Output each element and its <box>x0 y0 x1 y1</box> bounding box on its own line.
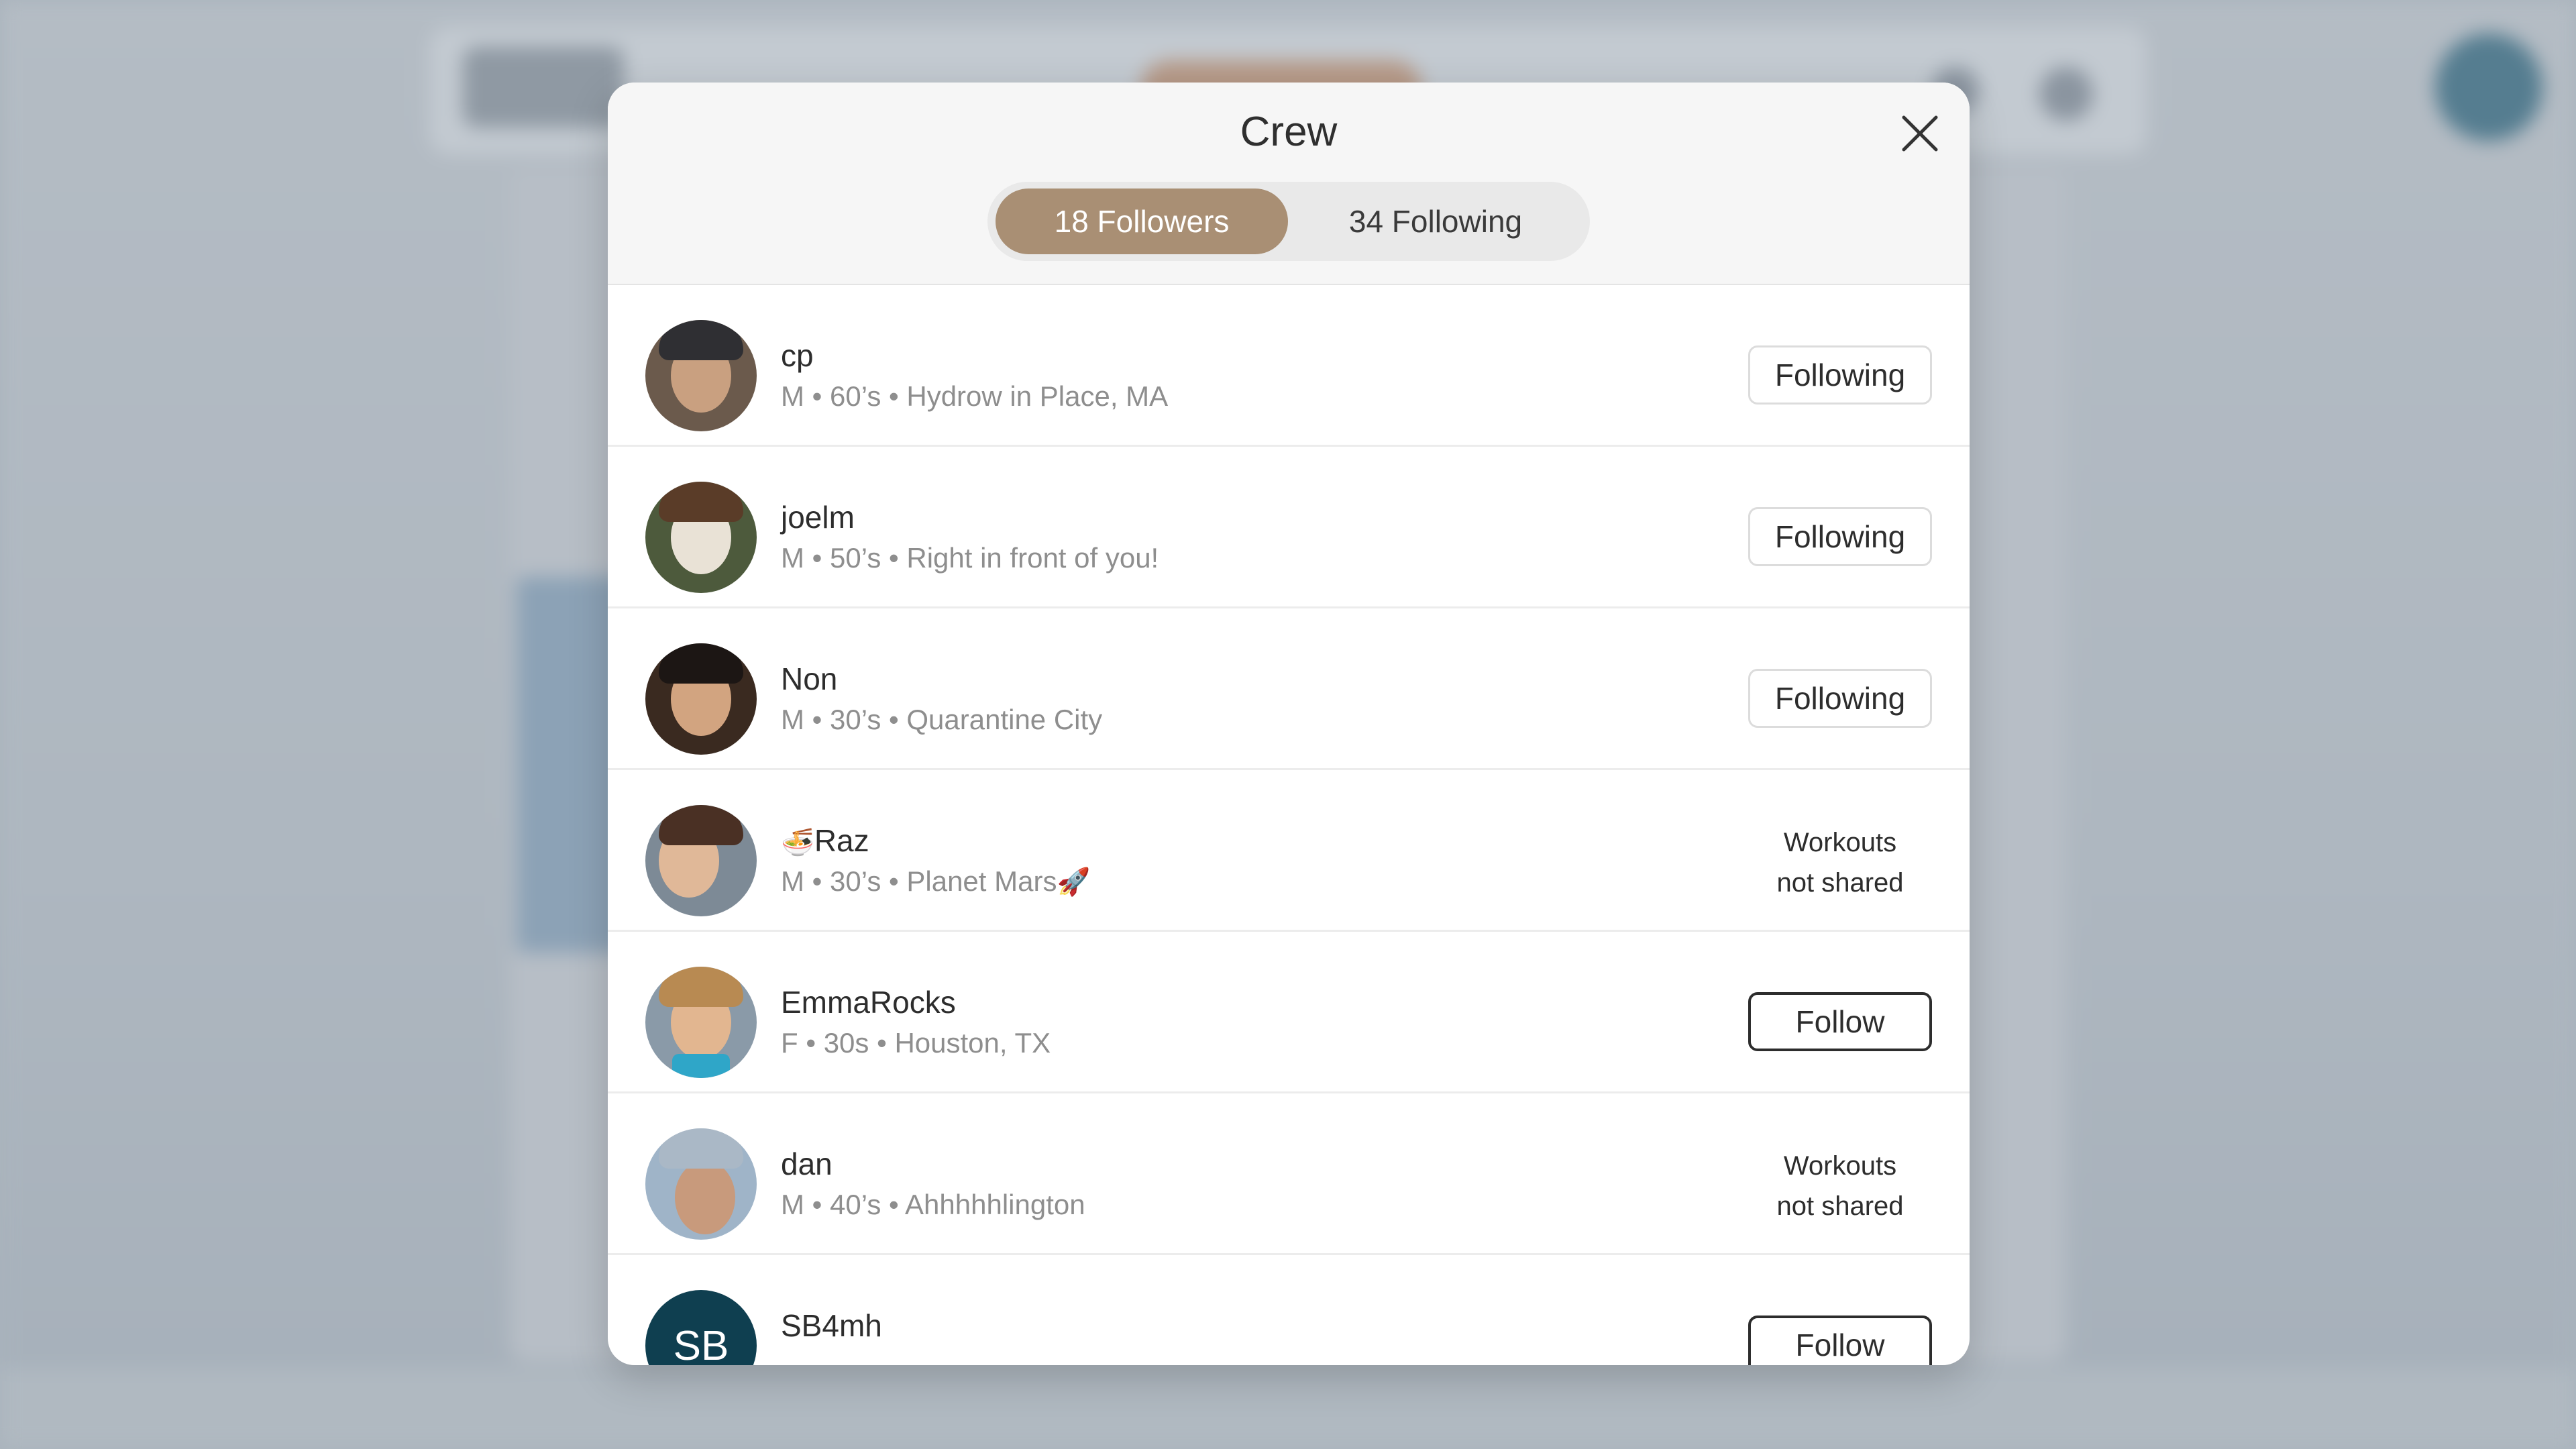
username[interactable]: Non <box>781 661 837 697</box>
following-button[interactable]: Following <box>1748 669 1932 728</box>
avatar-face <box>675 1161 735 1234</box>
user-meta-text: M • 30’s • Planet Mars <box>781 865 1057 897</box>
user-meta: F • 30s • Houston, TX <box>781 1027 1051 1059</box>
not-shared-line-2: not shared <box>1776 868 1904 898</box>
follow-button[interactable]: Follow <box>1748 1316 1932 1365</box>
modal-title: Crew <box>1240 109 1338 155</box>
not-shared-line-2: not shared <box>1776 1191 1904 1221</box>
user-meta: M • 30’s • Planet Mars🚀 <box>781 865 1090 898</box>
list-item[interactable]: joelm M • 50’s • Right in front of you! … <box>608 447 1970 608</box>
following-button[interactable]: Following <box>1748 345 1932 405</box>
background-logo <box>463 47 624 127</box>
list-item[interactable]: SB SB4mh Follow <box>608 1255 1970 1365</box>
background-bottom-bar <box>0 1368 2576 1449</box>
list-item[interactable]: 🍜Raz M • 30’s • Planet Mars🚀 Workouts no… <box>608 770 1970 932</box>
avatar-cap <box>659 320 743 360</box>
avatar-initials: SB <box>645 1290 757 1365</box>
crew-modal: Crew 18 Followers 34 Following cp M • 60… <box>608 83 1970 1365</box>
user-meta: M • 60’s • Hydrow in Place, MA <box>781 380 1169 412</box>
noodle-emoji-icon: 🍜 <box>781 828 814 857</box>
workouts-not-shared: Workouts not shared <box>1748 1146 1932 1226</box>
user-meta: M • 30’s • Quarantine City <box>781 704 1103 735</box>
avatar-hair <box>659 643 743 684</box>
avatar[interactable] <box>645 805 757 916</box>
avatar-hair <box>659 967 743 1007</box>
username[interactable]: 🍜Raz <box>781 822 869 859</box>
list-item[interactable]: dan M • 40’s • Ahhhhhlington Workouts no… <box>608 1093 1970 1255</box>
rocket-emoji-icon: 🚀 <box>1057 867 1091 897</box>
avatar-hair <box>659 1128 743 1169</box>
not-shared-line-1: Workouts <box>1783 1151 1897 1181</box>
avatar[interactable]: SB <box>645 1290 757 1365</box>
avatar-hair <box>659 482 743 522</box>
tab-following[interactable]: 34 Following <box>1289 189 1582 254</box>
user-meta: M • 50’s • Right in front of you! <box>781 542 1159 574</box>
avatar-hair <box>659 805 743 845</box>
user-list: cp M • 60’s • Hydrow in Place, MA Follow… <box>608 285 1970 1365</box>
not-shared-line-1: Workouts <box>1783 828 1897 857</box>
avatar-shirt <box>672 1054 730 1078</box>
list-item[interactable]: EmmaRocks F • 30s • Houston, TX Follow <box>608 932 1970 1093</box>
close-icon[interactable] <box>1900 113 1940 154</box>
avatar[interactable] <box>645 1128 757 1240</box>
background-icon <box>2039 67 2093 121</box>
avatar[interactable] <box>645 967 757 1078</box>
avatar[interactable] <box>645 320 757 431</box>
follow-button[interactable]: Follow <box>1748 992 1932 1051</box>
avatar[interactable] <box>645 482 757 593</box>
avatar[interactable] <box>645 643 757 755</box>
user-meta: M • 40’s • Ahhhhhlington <box>781 1189 1085 1220</box>
username[interactable]: EmmaRocks <box>781 984 956 1020</box>
username[interactable]: joelm <box>781 499 855 535</box>
background-avatar <box>2435 34 2542 141</box>
following-button[interactable]: Following <box>1748 507 1932 566</box>
username[interactable]: cp <box>781 337 814 374</box>
list-item[interactable]: cp M • 60’s • Hydrow in Place, MA Follow… <box>608 285 1970 447</box>
workouts-not-shared: Workouts not shared <box>1748 822 1932 903</box>
modal-header: Crew 18 Followers 34 Following <box>608 83 1970 285</box>
username[interactable]: SB4mh <box>781 1307 882 1344</box>
username-text: Raz <box>814 823 869 858</box>
tab-followers[interactable]: 18 Followers <box>996 189 1288 254</box>
tab-switch: 18 Followers 34 Following <box>987 182 1590 261</box>
username[interactable]: dan <box>781 1146 833 1182</box>
list-item[interactable]: Non M • 30’s • Quarantine City Following <box>608 608 1970 770</box>
